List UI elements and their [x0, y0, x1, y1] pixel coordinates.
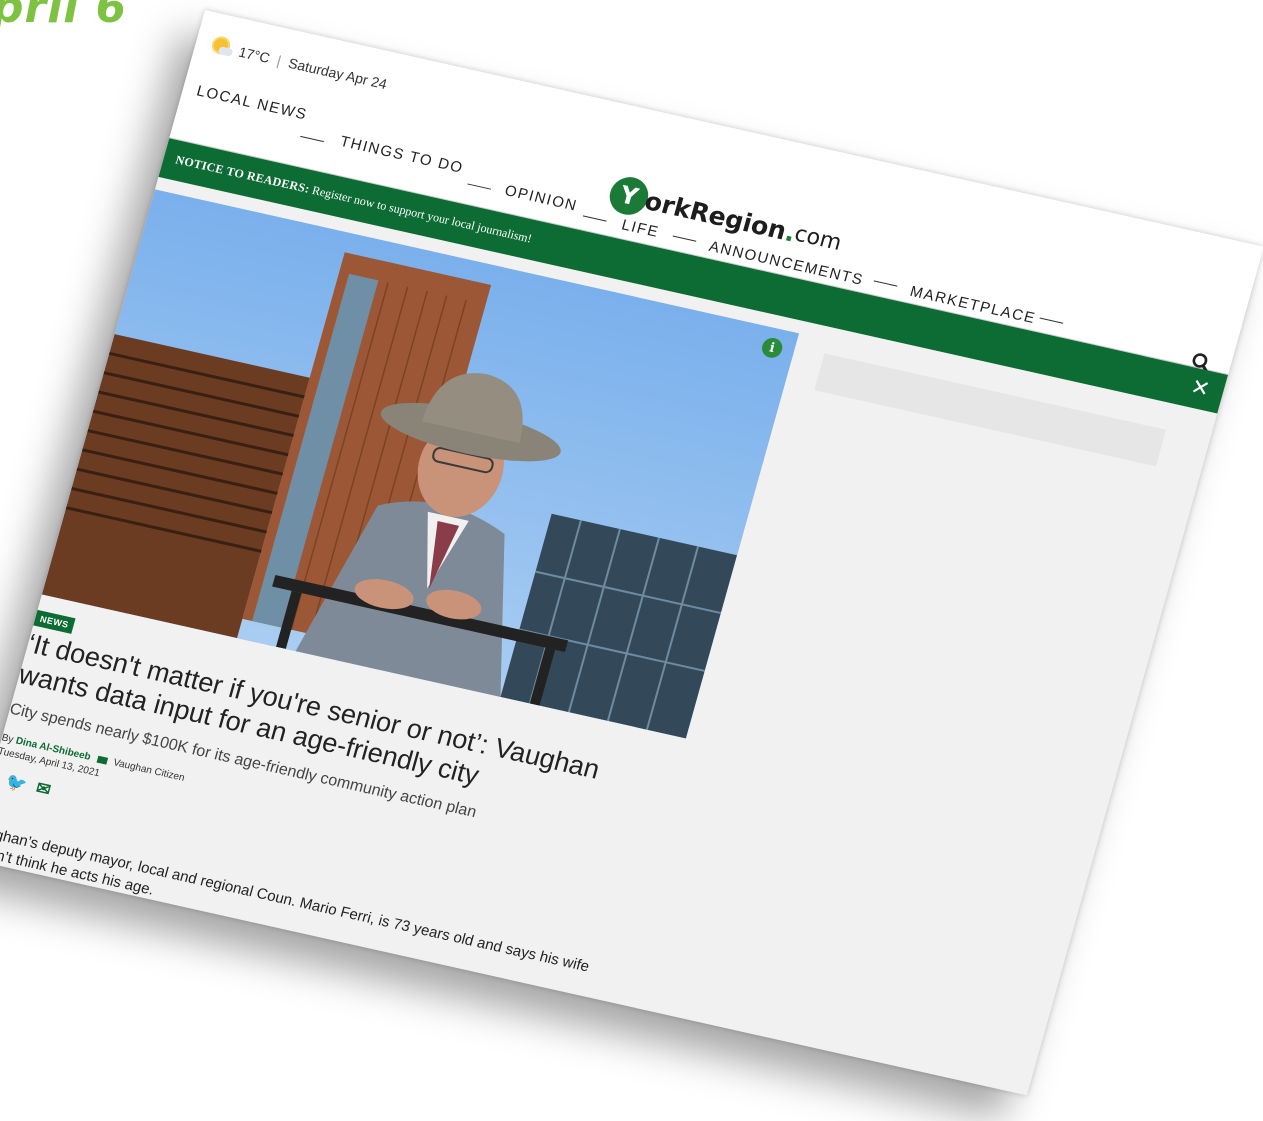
weather-widget[interactable]: 17°C | Saturday Apr 24	[209, 35, 390, 95]
corner-date-text: pril 6	[0, 0, 128, 33]
nav-divider	[300, 135, 324, 143]
nav-divider	[873, 280, 898, 287]
publication-name: Vaughan Citizen	[111, 757, 186, 784]
weather-temperature: 17°C	[236, 43, 272, 66]
weather-separator: |	[275, 52, 284, 69]
byline-prefix: By	[0, 732, 15, 746]
social-share-bar: f 🐦 ✉	[0, 768, 53, 801]
author-email-icon[interactable]	[96, 755, 108, 765]
nav-divider	[467, 183, 492, 190]
browser-page: 17°C | Saturday Apr 24 LOCAL NEWS THINGS…	[0, 10, 1263, 1096]
sun-cloud-icon	[209, 35, 236, 61]
email-share-icon[interactable]: ✉	[34, 778, 53, 800]
close-icon[interactable]: ✕	[1188, 374, 1213, 403]
article-lead-paragraph: Vaughan’s deputy mayor, local and region…	[0, 820, 592, 976]
nav-divider	[672, 235, 697, 242]
screenshot-stage: pril 6 17°C | Saturday Apr 24 LOCAL NEWS…	[0, 0, 1263, 1121]
nav-divider	[582, 215, 607, 222]
nav-divider	[1039, 317, 1064, 324]
logo-tld: com	[791, 221, 845, 256]
weather-date: Saturday Apr 24	[286, 54, 389, 93]
nav-things-to-do[interactable]: THINGS TO DO	[338, 133, 465, 177]
twitter-icon[interactable]: 🐦	[3, 772, 30, 796]
nav-opinion[interactable]: OPINION	[503, 182, 580, 215]
